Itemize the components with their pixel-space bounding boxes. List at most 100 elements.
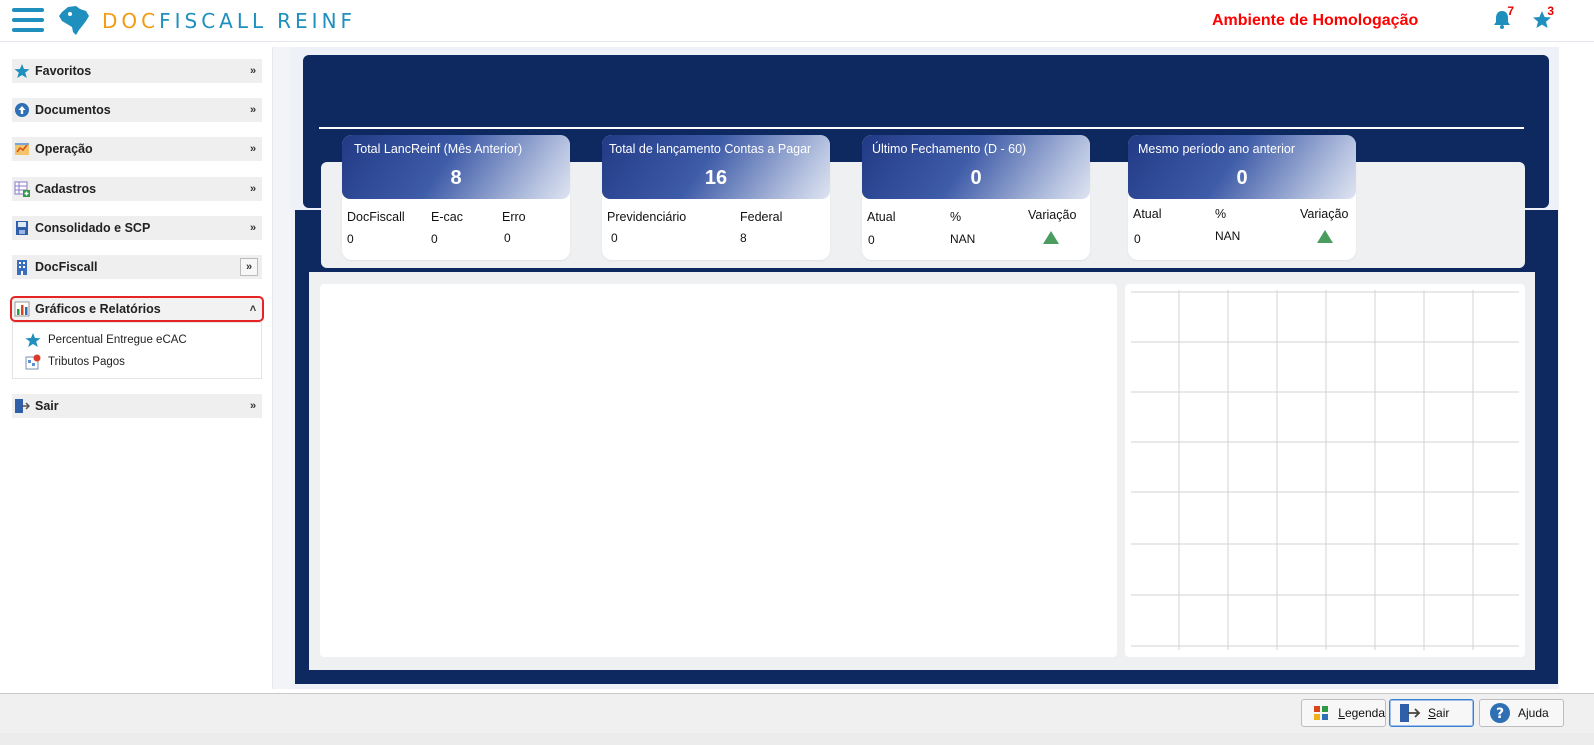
exit-door-icon xyxy=(1398,702,1422,724)
brand-fiscall: FISCALL xyxy=(159,9,268,33)
submenu-item-percentual-ecac[interactable]: Percentual Entregue eCAC xyxy=(25,331,187,349)
submenu-item-tributos-pagos[interactable]: Tributos Pagos xyxy=(25,353,125,371)
building-icon xyxy=(14,259,30,275)
sidebar-item-docfiscall[interactable]: DocFiscall » xyxy=(12,255,262,279)
top-header: DOCFISCALL REINF Ambiente de Homologação … xyxy=(0,0,1594,42)
legend-mnemonic: L xyxy=(1338,706,1345,720)
card-value: 0 xyxy=(970,167,982,189)
star-icon xyxy=(25,332,41,348)
help-button[interactable]: ? Ajuda xyxy=(1479,699,1564,727)
col-label: Federal xyxy=(740,210,783,224)
col-label: Variação xyxy=(1300,207,1349,221)
col-label: Erro xyxy=(502,210,526,224)
card-value: 0 xyxy=(1236,167,1248,189)
col-value: 0 xyxy=(611,231,618,245)
brand-reinf: REINF xyxy=(277,9,357,33)
sidebar-item-label: Sair xyxy=(35,399,59,413)
right-edge xyxy=(1559,47,1568,689)
sidebar-item-label: DocFiscall xyxy=(35,260,98,274)
sidebar-item-cadastros[interactable]: Cadastros » xyxy=(12,177,262,201)
report-icon xyxy=(25,354,41,370)
card-value: 16 xyxy=(704,167,728,189)
col-label: % xyxy=(1215,207,1227,221)
submenu-item-label: Percentual Entregue eCAC xyxy=(48,334,187,346)
card-contas-a-pagar: Total de lançamento Contas a Pagar 16 Pr… xyxy=(602,135,830,260)
sidebar-item-favoritos[interactable]: Favoritos » xyxy=(12,59,262,83)
sidebar-item-label: Documentos xyxy=(35,103,111,117)
legend-text: egenda xyxy=(1344,706,1385,720)
col-value: 0 xyxy=(431,232,438,246)
sidebar-item-sair[interactable]: Sair » xyxy=(12,394,262,418)
col-label: Variação xyxy=(1028,208,1077,222)
exit-icon xyxy=(14,398,30,414)
col-value: 0 xyxy=(504,231,511,245)
chevron-down-icon: » xyxy=(249,65,257,77)
card-header: Total de lançamento Contas a Pagar 16 xyxy=(602,135,830,199)
col-value: 0 xyxy=(1134,232,1141,246)
environment-label: Ambiente de Homologação xyxy=(1212,12,1419,29)
exit-mnemonic: S xyxy=(1428,706,1437,720)
sidebar-item-consolidado-scp[interactable]: Consolidado e SCP » xyxy=(12,216,262,240)
upload-circle-icon xyxy=(14,102,30,118)
save-icon xyxy=(14,220,30,236)
sidebar-item-label: Gráficos e Relatórios xyxy=(35,302,161,316)
col-label: Atual xyxy=(867,210,896,224)
col-label: Previdenciário xyxy=(607,210,687,224)
col-label: Atual xyxy=(1133,207,1162,221)
chevron-down-icon: » xyxy=(249,222,257,234)
card-value: 8 xyxy=(450,167,462,189)
col-value: NAN xyxy=(950,232,976,246)
sidebar-item-label: Operação xyxy=(35,142,93,156)
sidebar-item-label: Consolidado e SCP xyxy=(35,221,151,235)
favorites-count: 3 xyxy=(1547,4,1554,18)
brand-doc: DOC xyxy=(102,9,160,33)
sidebar-splitter[interactable] xyxy=(273,47,291,689)
header-divider xyxy=(319,127,1524,129)
col-value: 0 xyxy=(347,232,354,246)
chevron-down-icon: » xyxy=(249,183,257,195)
graficos-submenu: Percentual Entregue eCAC Tributos Pagos xyxy=(12,322,262,379)
help-label: Ajuda xyxy=(1518,706,1549,720)
sidebar-item-label: Cadastros xyxy=(35,182,97,196)
card-title: Total LancReinf (Mês Anterior) xyxy=(354,142,523,156)
chevron-down-icon: » xyxy=(249,400,257,412)
table-add-icon xyxy=(14,181,30,197)
chart-panel-left xyxy=(320,284,1117,657)
chevron-down-icon[interactable]: » xyxy=(240,258,258,276)
col-value: 0 xyxy=(868,233,875,247)
card-title: Total de lançamento Contas a Pagar xyxy=(609,142,812,156)
sidebar-item-documentos[interactable]: Documentos » xyxy=(12,98,262,122)
empty-chart-grid xyxy=(1131,290,1519,650)
legend-icon xyxy=(1310,702,1332,724)
chart-panel-right xyxy=(1125,284,1525,657)
chevron-down-icon: » xyxy=(249,104,257,116)
legend-button[interactable]: Legenda xyxy=(1301,699,1386,727)
card-header: Mesmo período ano anterior 0 xyxy=(1128,135,1356,199)
card-title: Último Fechamento (D - 60) xyxy=(872,142,1027,156)
variation-up-icon xyxy=(1317,230,1333,243)
exit-label: Sair xyxy=(1428,706,1449,720)
bar-chart-icon xyxy=(14,301,30,317)
card-title: Mesmo período ano anterior xyxy=(1138,142,1296,156)
card-mesmo-periodo: Mesmo período ano anterior 0 Atual % Var… xyxy=(1128,135,1356,260)
exit-text: air xyxy=(1436,706,1450,720)
col-label: % xyxy=(950,210,962,224)
card-header: Total LancReinf (Mês Anterior) 8 xyxy=(342,135,570,199)
chevron-down-icon: » xyxy=(249,143,257,155)
status-strip xyxy=(0,733,1594,745)
star-icon xyxy=(14,63,30,79)
sidebar-item-label: Favoritos xyxy=(35,64,92,78)
sidebar-item-operacao[interactable]: Operação » xyxy=(12,137,262,161)
notifications-bell[interactable]: 7 xyxy=(1492,4,1514,32)
col-label: DocFiscall xyxy=(347,210,405,224)
hamburger-menu-icon[interactable] xyxy=(12,8,44,34)
favorites-star[interactable]: 3 xyxy=(1532,4,1554,32)
card-total-lancreinf: Total LancReinf (Mês Anterior) 8 DocFisc… xyxy=(342,135,570,260)
brazil-map-logo-icon xyxy=(59,6,89,35)
notifications-count: 7 xyxy=(1507,4,1514,18)
col-value: NAN xyxy=(1215,229,1241,243)
exit-button[interactable]: Sair xyxy=(1389,699,1474,727)
sidebar-item-graficos-relatorios[interactable]: Gráficos e Relatórios ˄ xyxy=(10,296,264,322)
chevron-up-icon: ˄ xyxy=(249,303,257,315)
operation-icon xyxy=(14,141,30,157)
